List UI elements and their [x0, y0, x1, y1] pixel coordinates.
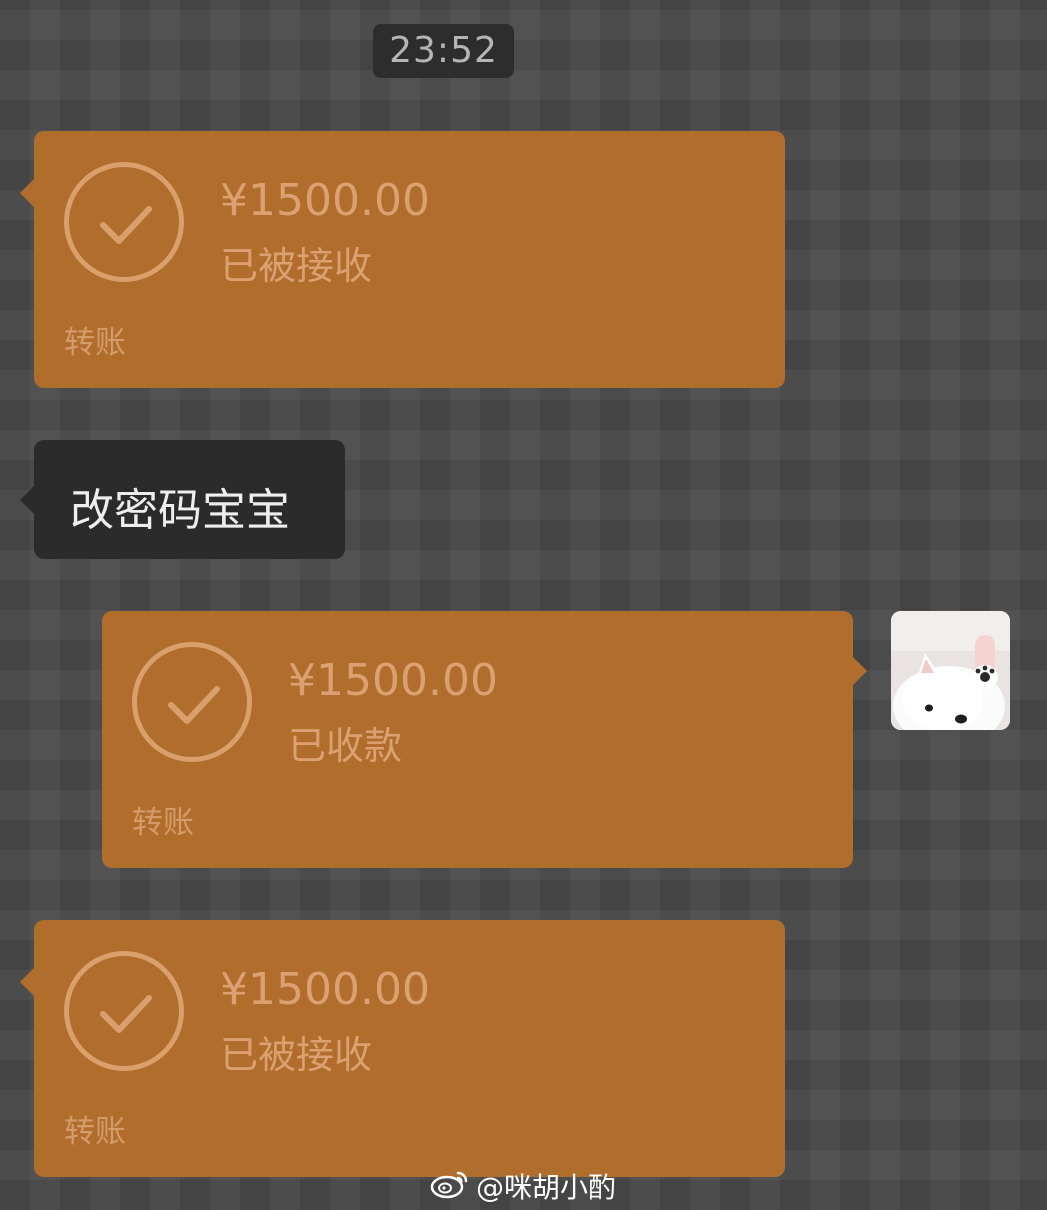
transfer-bubble[interactable]: ¥1500.00 已被接收 转账 [20, 920, 785, 1177]
watermark-text: @咪胡小酌 [476, 1171, 617, 1204]
transfer-amount: ¥1500.00 [220, 175, 430, 226]
checkmark-circle-icon [64, 162, 184, 282]
transfer-status: 已被接收 [220, 1033, 373, 1077]
transfer-bubble[interactable]: ¥1500.00 已收款 转账 [102, 611, 867, 868]
weibo-icon [430, 1167, 470, 1206]
transfer-label: 转账 [64, 325, 126, 361]
transfer-label: 转账 [132, 805, 194, 841]
checkmark-circle-icon [132, 642, 252, 762]
timestamp-pill: 23:52 [373, 24, 514, 78]
transfer-status: 已被接收 [220, 244, 373, 288]
transfer-label: 转账 [64, 1114, 126, 1150]
transfer-amount: ¥1500.00 [288, 655, 498, 706]
transfer-bubble[interactable]: ¥1500.00 已被接收 转账 [20, 131, 785, 388]
message-text: 改密码宝宝 [70, 485, 290, 536]
avatar[interactable] [891, 611, 1010, 730]
watermark: @咪胡小酌 [430, 1166, 616, 1206]
text-message-bubble[interactable]: 改密码宝宝 [20, 440, 345, 559]
transfer-status: 已收款 [288, 724, 403, 768]
checkmark-circle-icon [64, 951, 184, 1071]
transfer-amount: ¥1500.00 [220, 964, 430, 1015]
